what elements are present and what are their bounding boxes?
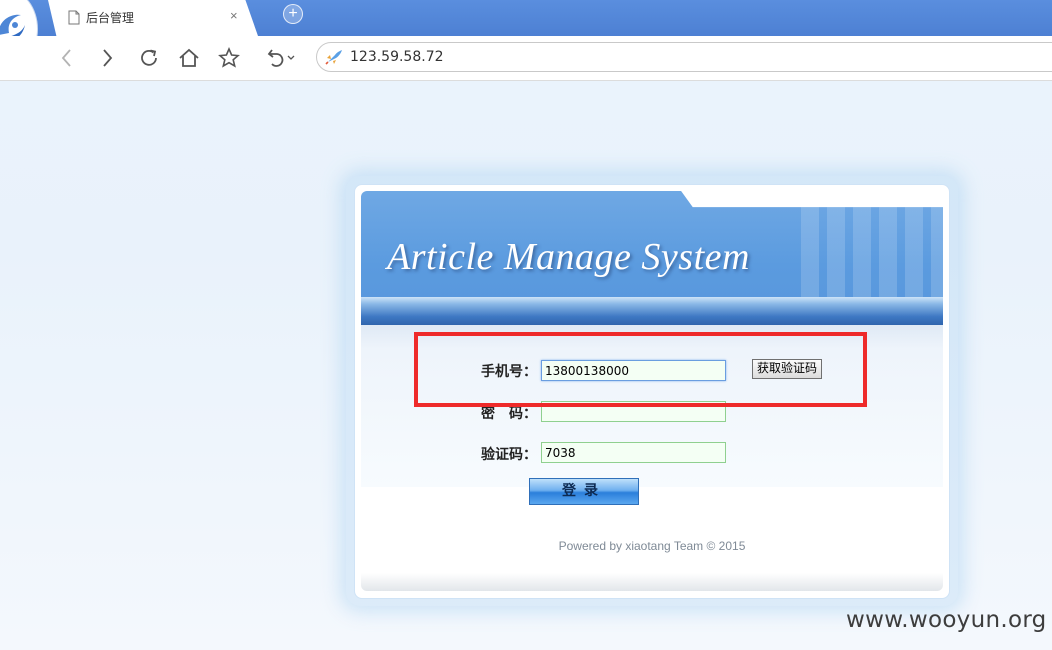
panel-header: Article Manage System [361,191,943,325]
address-text: 123.59.58.72 [350,49,444,65]
panel-footer [361,573,943,591]
captcha-label: 验证码： [481,447,537,463]
browser-toolbar: 123.59.58.72 [0,36,1052,81]
new-tab-button[interactable]: + [283,4,303,24]
page-icon [68,10,80,25]
browser-tab-active[interactable]: 后台管理 × [48,0,258,36]
address-bar[interactable]: 123.59.58.72 [316,42,1052,72]
browser-titlebar: 后台管理 × + [0,0,1052,68]
login-button[interactable]: 登录 [529,478,639,505]
star-icon[interactable] [216,45,242,71]
tab-title: 后台管理 [86,11,135,25]
rocket-icon [325,50,342,65]
home-icon[interactable] [176,45,202,71]
tab-close-icon[interactable]: × [230,8,238,23]
powered-by-text: Powered by xiaotang Team © 2015 [558,539,746,553]
red-highlight-box [414,332,867,407]
undo-icon[interactable] [262,45,302,71]
back-icon[interactable] [54,45,80,71]
header-stripe [361,297,943,325]
system-title: Article Manage System [387,236,750,278]
watermark-text: www.wooyun.org [846,607,1047,633]
forward-icon[interactable] [94,45,120,71]
refresh-icon[interactable] [136,45,162,71]
film-strip-decoration [801,207,943,297]
captcha-input[interactable] [541,442,726,463]
